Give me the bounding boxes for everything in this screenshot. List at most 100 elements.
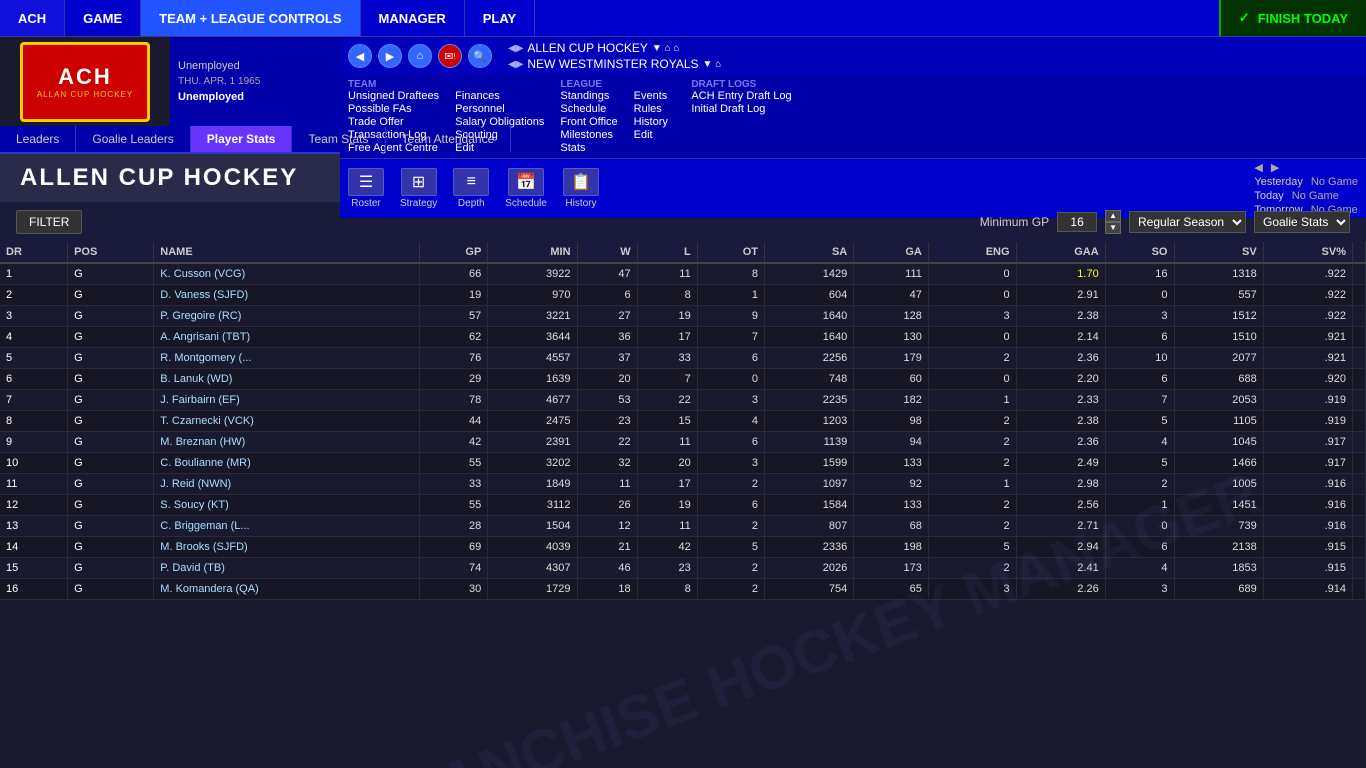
home-button[interactable]: ⌂ bbox=[408, 44, 432, 68]
league-item-2[interactable]: Front Office bbox=[560, 116, 617, 128]
cell-5-2[interactable]: B. Lanuk (WD) bbox=[154, 369, 419, 390]
events-item-0[interactable]: Events bbox=[634, 90, 676, 102]
col-so[interactable]: SO bbox=[1105, 242, 1174, 263]
col-min[interactable]: MIN bbox=[488, 242, 577, 263]
table-row[interactable]: 13GC. Briggeman (L...281504121128076822.… bbox=[0, 516, 1366, 537]
stat-type-select[interactable]: Goalie Stats Skater Stats bbox=[1254, 211, 1350, 233]
col-ot[interactable]: OT bbox=[697, 242, 764, 263]
roster-label: Roster bbox=[351, 198, 380, 209]
nav-next-icon[interactable]: ▶ bbox=[1271, 161, 1279, 174]
cell-11-2[interactable]: S. Soucy (KT) bbox=[154, 495, 419, 516]
cell-10-2[interactable]: J. Reid (NWN) bbox=[154, 474, 419, 495]
draft-log-1[interactable]: Initial Draft Log bbox=[691, 103, 791, 115]
tab-team-attendance[interactable]: Team Attendance bbox=[386, 126, 512, 152]
tab-play[interactable]: PLAY bbox=[465, 0, 535, 36]
tab-leaders[interactable]: Leaders bbox=[0, 126, 76, 152]
user-name: Unemployed bbox=[178, 91, 332, 103]
min-gp-input[interactable] bbox=[1057, 212, 1097, 232]
spin-up[interactable]: ▲ bbox=[1105, 210, 1121, 222]
table-row[interactable]: 8GT. Czarnecki (VCK)4424752315412039822.… bbox=[0, 411, 1366, 432]
nav-prev-icon[interactable]: ◀ bbox=[1254, 161, 1262, 174]
spin-down[interactable]: ▼ bbox=[1105, 222, 1121, 234]
cell-9-2[interactable]: C. Boulianne (MR) bbox=[154, 453, 419, 474]
team-item-1[interactable]: Possible FAs bbox=[348, 103, 439, 115]
cell-12-2[interactable]: C. Briggeman (L... bbox=[154, 516, 419, 537]
allen-cup-link[interactable]: ◀▶ ALLEN CUP HOCKEY ▼ ⌂ ⌂ bbox=[508, 41, 721, 55]
strategy-action[interactable]: ⊞ Strategy bbox=[400, 168, 437, 209]
cell-6-2[interactable]: J. Fairbairn (EF) bbox=[154, 390, 419, 411]
table-row[interactable]: 15GP. David (TB)74430746232202617322.414… bbox=[0, 558, 1366, 579]
cell-10-5: 11 bbox=[577, 474, 637, 495]
table-row[interactable]: 11GJ. Reid (NWN)3318491117210979212.9821… bbox=[0, 474, 1366, 495]
cell-2-2[interactable]: P. Gregoire (RC) bbox=[154, 306, 419, 327]
events-item-1[interactable]: Rules bbox=[634, 103, 676, 115]
col-gp[interactable]: GP bbox=[419, 242, 488, 263]
cell-6-7: 3 bbox=[697, 390, 764, 411]
depth-action[interactable]: ≡ Depth bbox=[453, 168, 489, 209]
stats-table-wrap[interactable]: DR POS NAME GP MIN W L OT SA GA ENG GAA … bbox=[0, 242, 1366, 600]
events-item-3[interactable]: Edit bbox=[634, 129, 676, 141]
col-w[interactable]: W bbox=[577, 242, 637, 263]
season-select[interactable]: Regular Season Playoffs bbox=[1129, 211, 1246, 233]
col-sa[interactable]: SA bbox=[765, 242, 854, 263]
league-item-3[interactable]: Milestones bbox=[560, 129, 617, 141]
tab-ach[interactable]: ACH bbox=[0, 0, 65, 36]
events-item-2[interactable]: History bbox=[634, 116, 676, 128]
tab-team-stats[interactable]: Team Stats bbox=[292, 126, 385, 152]
league-item-1[interactable]: Schedule bbox=[560, 103, 617, 115]
finances-item-0[interactable]: Finances bbox=[455, 90, 544, 102]
cell-14-2[interactable]: P. David (TB) bbox=[154, 558, 419, 579]
search-button[interactable]: 🔍 bbox=[468, 44, 492, 68]
royals-link[interactable]: ◀▶ NEW WESTMINSTER ROYALS ▼ ⌂ bbox=[508, 57, 721, 71]
forward-button[interactable]: ▶ bbox=[378, 44, 402, 68]
table-row[interactable]: 6GB. Lanuk (WD)29163920707486002.206688.… bbox=[0, 369, 1366, 390]
cell-15-2[interactable]: M. Komandera (QA) bbox=[154, 579, 419, 600]
cell-15-5: 18 bbox=[577, 579, 637, 600]
tab-team-league[interactable]: TEAM + LEAGUE CONTROLS bbox=[141, 0, 360, 36]
cell-3-2[interactable]: A. Angrisani (TBT) bbox=[154, 327, 419, 348]
table-row[interactable]: 12GS. Soucy (KT)55311226196158413322.561… bbox=[0, 495, 1366, 516]
cell-8-2[interactable]: M. Breznan (HW) bbox=[154, 432, 419, 453]
table-row[interactable]: 5GR. Montgomery (...76455737336225617922… bbox=[0, 348, 1366, 369]
col-eng[interactable]: ENG bbox=[928, 242, 1016, 263]
table-row[interactable]: 1GK. Cusson (VCG)66392247118142911101.70… bbox=[0, 263, 1366, 285]
cell-0-2[interactable]: K. Cusson (VCG) bbox=[154, 263, 419, 285]
finances-item-1[interactable]: Personnel bbox=[455, 103, 544, 115]
league-item-0[interactable]: Standings bbox=[560, 90, 617, 102]
tab-game[interactable]: GAME bbox=[65, 0, 141, 36]
cell-1-2[interactable]: D. Vaness (SJFD) bbox=[154, 285, 419, 306]
col-name[interactable]: NAME bbox=[154, 242, 419, 263]
table-row[interactable]: 16GM. Komandera (QA)30172918827546532.26… bbox=[0, 579, 1366, 600]
col-sv[interactable]: SV bbox=[1174, 242, 1263, 263]
team-item-0[interactable]: Unsigned Draftees bbox=[348, 90, 439, 102]
tab-manager[interactable]: MANAGER bbox=[361, 0, 465, 36]
col-dr[interactable]: DR bbox=[0, 242, 68, 263]
col-ga[interactable]: GA bbox=[854, 242, 929, 263]
finish-today-button[interactable]: ✓ FINISH TODAY bbox=[1219, 0, 1366, 36]
cell-7-2[interactable]: T. Czarnecki (VCK) bbox=[154, 411, 419, 432]
table-row[interactable]: 3GP. Gregoire (RC)57322127199164012832.3… bbox=[0, 306, 1366, 327]
roster-action[interactable]: ☰ Roster bbox=[348, 168, 384, 209]
cell-0-8: 1429 bbox=[765, 263, 854, 285]
tab-player-stats[interactable]: Player Stats bbox=[191, 126, 293, 152]
table-row[interactable]: 7GJ. Fairbairn (EF)78467753223223518212.… bbox=[0, 390, 1366, 411]
filter-button[interactable]: FILTER bbox=[16, 210, 82, 234]
back-button[interactable]: ◀ bbox=[348, 44, 372, 68]
col-l[interactable]: L bbox=[637, 242, 697, 263]
table-row[interactable]: 9GM. Breznan (HW)4223912211611399422.364… bbox=[0, 432, 1366, 453]
table-row[interactable]: 14GM. Brooks (SJFD)69403921425233619852.… bbox=[0, 537, 1366, 558]
schedule-action[interactable]: 📅 Schedule bbox=[505, 168, 547, 209]
table-row[interactable]: 4GA. Angrisani (TBT)62364436177164013002… bbox=[0, 327, 1366, 348]
table-row[interactable]: 2GD. Vaness (SJFD)199706816044702.910557… bbox=[0, 285, 1366, 306]
draft-log-0[interactable]: ACH Entry Draft Log bbox=[691, 90, 791, 102]
mail-button[interactable]: ✉! bbox=[438, 44, 462, 68]
tab-goalie-leaders[interactable]: Goalie Leaders bbox=[76, 126, 190, 152]
cell-13-2[interactable]: M. Brooks (SJFD) bbox=[154, 537, 419, 558]
history-action[interactable]: 📋 History bbox=[563, 168, 599, 209]
col-svpct[interactable]: SV% bbox=[1263, 242, 1352, 263]
cell-4-2[interactable]: R. Montgomery (... bbox=[154, 348, 419, 369]
col-pos[interactable]: POS bbox=[68, 242, 154, 263]
league-item-4[interactable]: Stats bbox=[560, 142, 617, 154]
table-row[interactable]: 10GC. Boulianne (MR)55320232203159913322… bbox=[0, 453, 1366, 474]
col-gaa[interactable]: GAA bbox=[1016, 242, 1105, 263]
